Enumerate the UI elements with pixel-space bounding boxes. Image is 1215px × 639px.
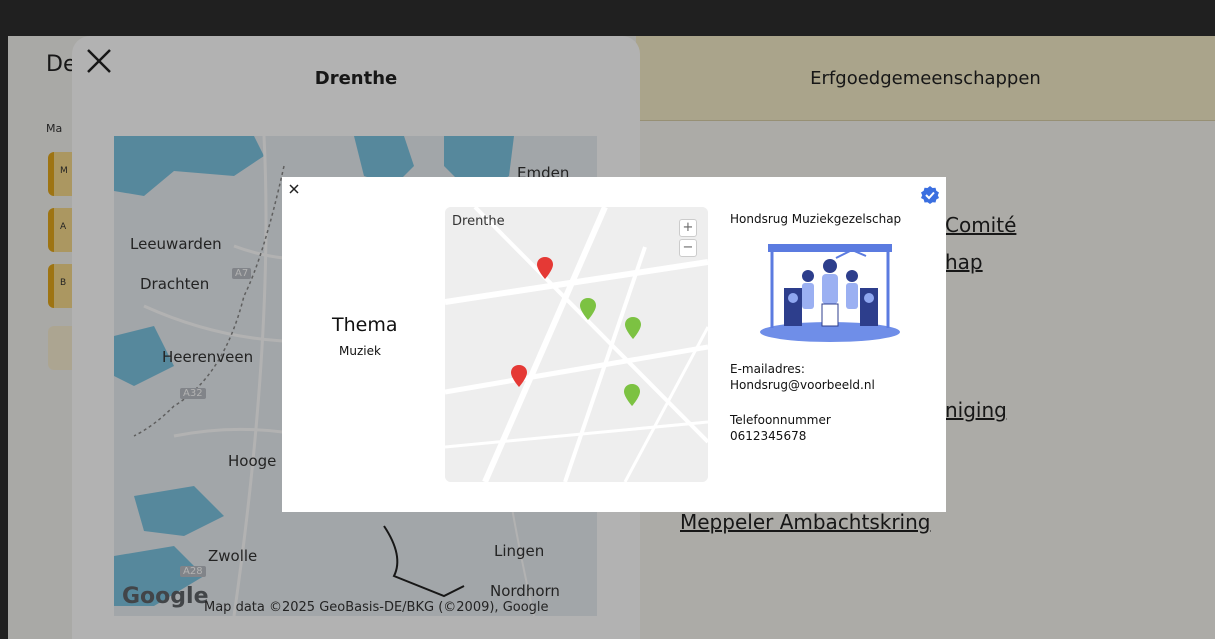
map-region-label: Drenthe bbox=[452, 214, 505, 229]
organization-map[interactable]: + − bbox=[445, 207, 708, 482]
phone-label: Telefoonnummer bbox=[730, 413, 831, 427]
zoom-out-button[interactable]: − bbox=[679, 239, 697, 257]
map-streets bbox=[445, 207, 708, 482]
map-pin[interactable] bbox=[625, 317, 641, 339]
band-illustration bbox=[760, 244, 900, 342]
verified-badge-icon bbox=[921, 186, 939, 204]
email-label: E-mailadres: bbox=[730, 362, 805, 376]
phone-value: 0612345678 bbox=[730, 429, 807, 443]
map-pin[interactable] bbox=[624, 384, 640, 406]
close-icon[interactable] bbox=[287, 182, 301, 196]
map-pin[interactable] bbox=[537, 257, 553, 279]
zoom-in-button[interactable]: + bbox=[679, 219, 697, 237]
pin-shape bbox=[537, 257, 553, 279]
pin-shape bbox=[580, 298, 596, 320]
pin-shape bbox=[624, 384, 640, 406]
pin-shape bbox=[625, 317, 641, 339]
theme-label: Thema bbox=[332, 314, 398, 336]
organization-name: Hondsrug Muziekgezelschap bbox=[730, 212, 902, 226]
theme-value: Muziek bbox=[339, 344, 381, 358]
map-pin[interactable] bbox=[511, 365, 527, 387]
pin-shape bbox=[511, 365, 527, 387]
email-value: Hondsrug@voorbeeld.nl bbox=[730, 378, 875, 392]
map-pin[interactable] bbox=[580, 298, 596, 320]
